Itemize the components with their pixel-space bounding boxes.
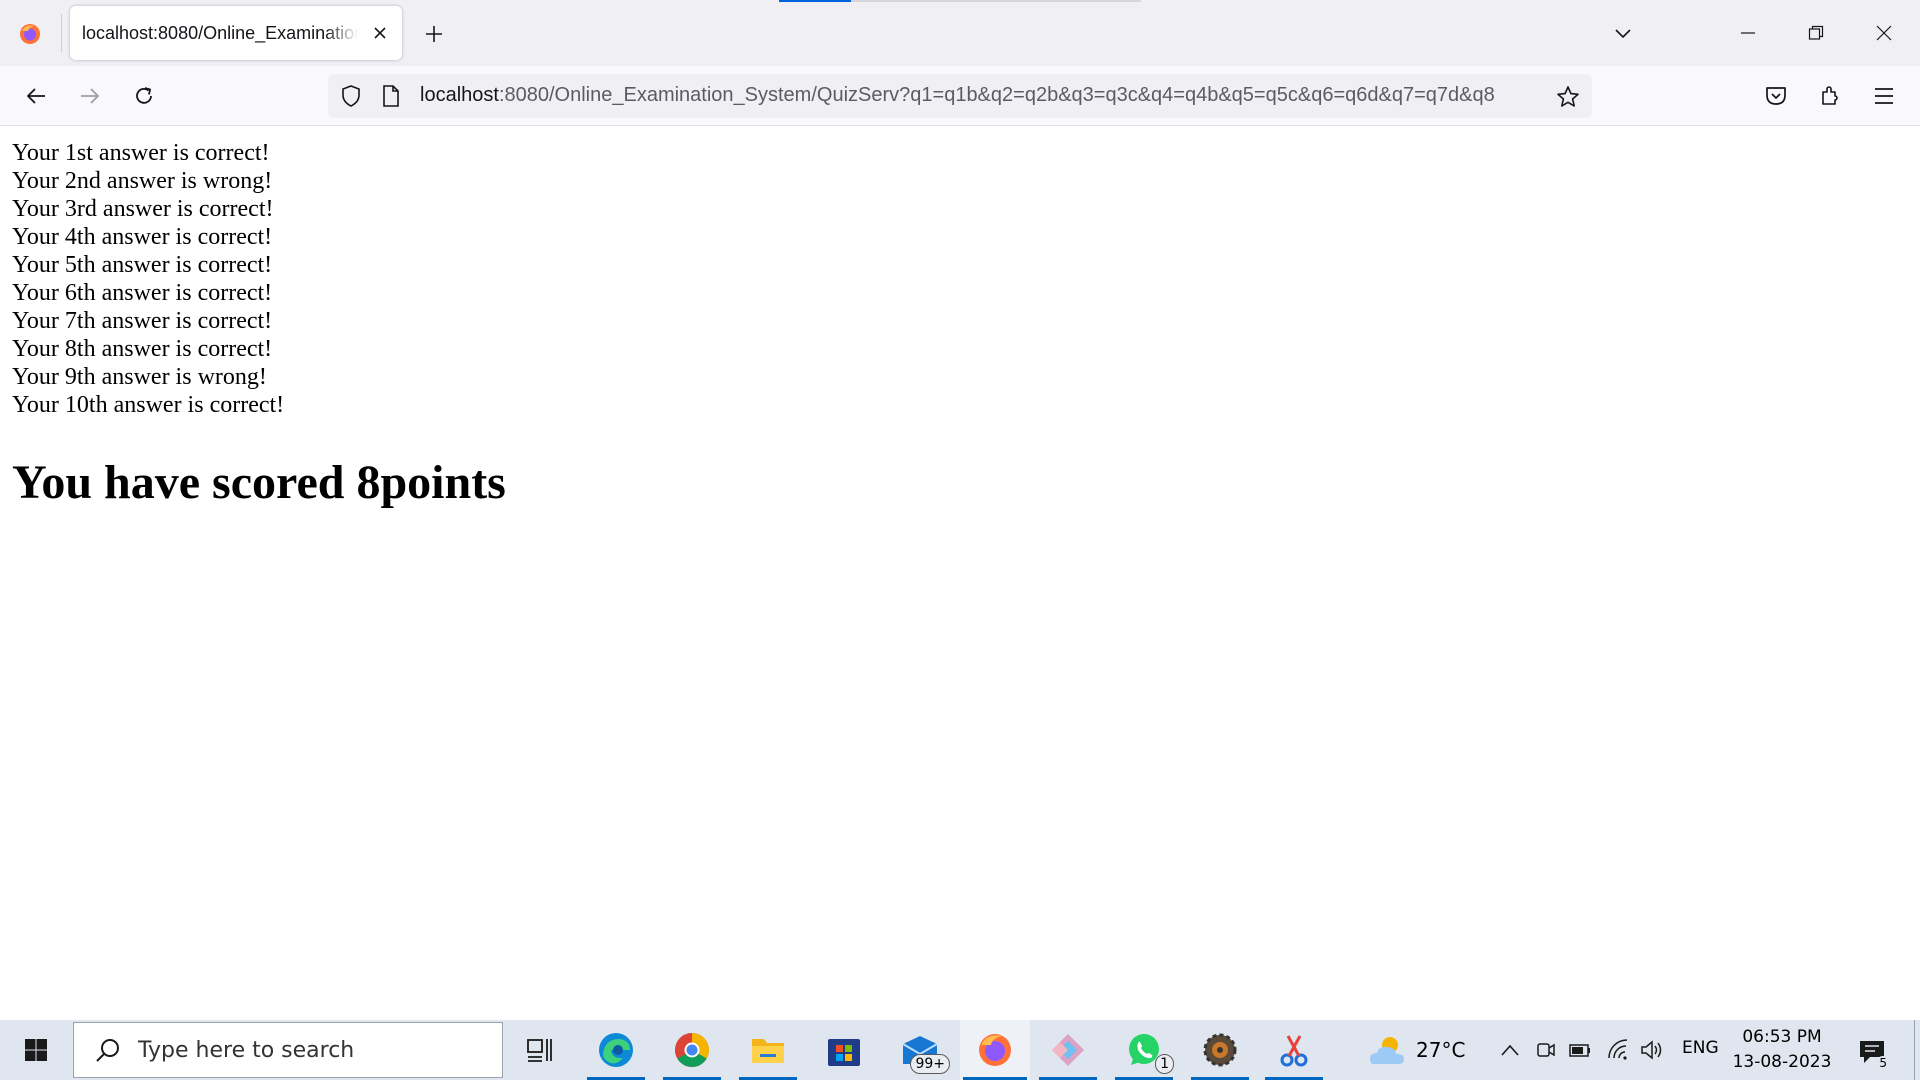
weather-cloud-sun-icon <box>1370 1037 1404 1064</box>
answer-result-line: Your 7th answer is correct! <box>12 308 273 334</box>
answer-result-line: Your 4th answer is correct! <box>12 224 273 250</box>
navigation-toolbar: localhost:8080/Online_Examination_System… <box>0 66 1920 126</box>
answer-result-line: Your 5th answer is correct! <box>12 252 273 278</box>
page-icon[interactable] <box>378 83 404 109</box>
tab-active[interactable]: localhost:8080/Online_Examination_System… <box>70 6 402 60</box>
page-content: Your 1st answer is correct! Your 2nd answ… <box>0 127 1920 1020</box>
hamburger-menu-icon[interactable] <box>1866 78 1902 114</box>
address-bar[interactable]: localhost:8080/Online_Examination_System… <box>328 74 1592 118</box>
taskbar: Type here to search 99+ 1 27°C ENG 06:53… <box>0 1020 1920 1080</box>
clock-time: 06:53 PM <box>1742 1027 1822 1047</box>
extensions-icon[interactable] <box>1812 78 1848 114</box>
chevron-up-icon[interactable] <box>1496 1036 1524 1064</box>
weather-temp: 27°C <box>1416 1038 1466 1062</box>
search-icon <box>88 1030 128 1070</box>
task-view-icon[interactable] <box>508 1020 572 1080</box>
file-explorer-icon[interactable] <box>736 1020 800 1080</box>
new-tab-icon[interactable] <box>420 20 448 48</box>
minimize-icon[interactable] <box>1714 10 1782 56</box>
pocket-icon[interactable] <box>1758 78 1794 114</box>
mail-badge: 99+ <box>910 1054 950 1074</box>
snipping-tool-icon[interactable] <box>1262 1020 1326 1080</box>
answer-result-line: Your 2nd answer is wrong! <box>12 168 273 194</box>
notification-count: 5 <box>1876 1056 1890 1070</box>
answer-result-line: Your 3rd answer is correct! <box>12 196 274 222</box>
firefox-view-icon[interactable] <box>14 18 46 50</box>
tab-separator <box>61 14 62 52</box>
answer-result-line: Your 10th answer is correct! <box>12 392 285 418</box>
speaker-icon[interactable] <box>1638 1036 1666 1064</box>
windows-start-icon[interactable] <box>0 1020 72 1080</box>
firefox-taskbar-icon[interactable] <box>960 1020 1030 1080</box>
weather-widget[interactable]: 27°C <box>1368 1020 1498 1080</box>
url-text[interactable]: localhost:8080/Online_Examination_System… <box>420 84 1538 110</box>
forward-arrow-icon[interactable] <box>72 78 108 114</box>
microsoft-store-icon[interactable] <box>812 1020 876 1080</box>
answer-result-line: Your 9th answer is wrong! <box>12 364 267 390</box>
whatsapp-icon[interactable]: 1 <box>1112 1020 1176 1080</box>
loading-indicator <box>779 0 851 2</box>
answer-result-line: Your 8th answer is correct! <box>12 336 273 362</box>
battery-icon[interactable] <box>1566 1036 1594 1064</box>
bookmark-star-icon[interactable] <box>1554 83 1582 111</box>
answer-result-line: Your 6th answer is correct! <box>12 280 273 306</box>
answer-result-line: Your 1st answer is correct! <box>12 140 270 166</box>
search-placeholder: Type here to search <box>138 1037 355 1063</box>
loading-track <box>851 0 1141 2</box>
chrome-icon[interactable] <box>660 1020 724 1080</box>
chevron-down-icon[interactable] <box>1609 19 1637 47</box>
url-host: localhost <box>420 84 499 106</box>
taskbar-search-input[interactable]: Type here to search <box>73 1022 503 1078</box>
git-icon[interactable] <box>1036 1020 1100 1080</box>
restore-icon[interactable] <box>1782 10 1850 56</box>
score-heading: You have scored 8points <box>12 456 506 509</box>
wifi-icon[interactable] <box>1604 1036 1632 1064</box>
tab-title: localhost:8080/Online_Examination_System… <box>82 22 358 43</box>
close-icon[interactable] <box>368 21 392 45</box>
reload-icon[interactable] <box>126 78 162 114</box>
shield-icon[interactable] <box>338 83 364 109</box>
url-path: :8080/Online_Examination_System/QuizServ… <box>498 84 1495 106</box>
mail-icon[interactable]: 99+ <box>888 1020 952 1080</box>
edge-icon[interactable] <box>584 1020 648 1080</box>
clock-date: 13-08-2023 <box>1732 1052 1832 1072</box>
settings-gear-app-icon[interactable] <box>1188 1020 1252 1080</box>
language-indicator[interactable]: ENG <box>1682 1038 1719 1058</box>
notification-center-icon[interactable]: 5 <box>1854 1034 1890 1070</box>
back-arrow-icon[interactable] <box>18 78 54 114</box>
whatsapp-badge: 1 <box>1155 1054 1174 1074</box>
show-desktop-button[interactable] <box>1914 1020 1920 1080</box>
system-clock[interactable]: 06:53 PM 13-08-2023 <box>1732 1025 1832 1075</box>
tab-strip: localhost:8080/Online_Examination_System… <box>0 0 1920 66</box>
meet-now-icon[interactable] <box>1532 1036 1560 1064</box>
answer-results: Your 1st answer is correct! Your 2nd answ… <box>12 139 1908 419</box>
window-close-icon[interactable] <box>1850 10 1918 56</box>
